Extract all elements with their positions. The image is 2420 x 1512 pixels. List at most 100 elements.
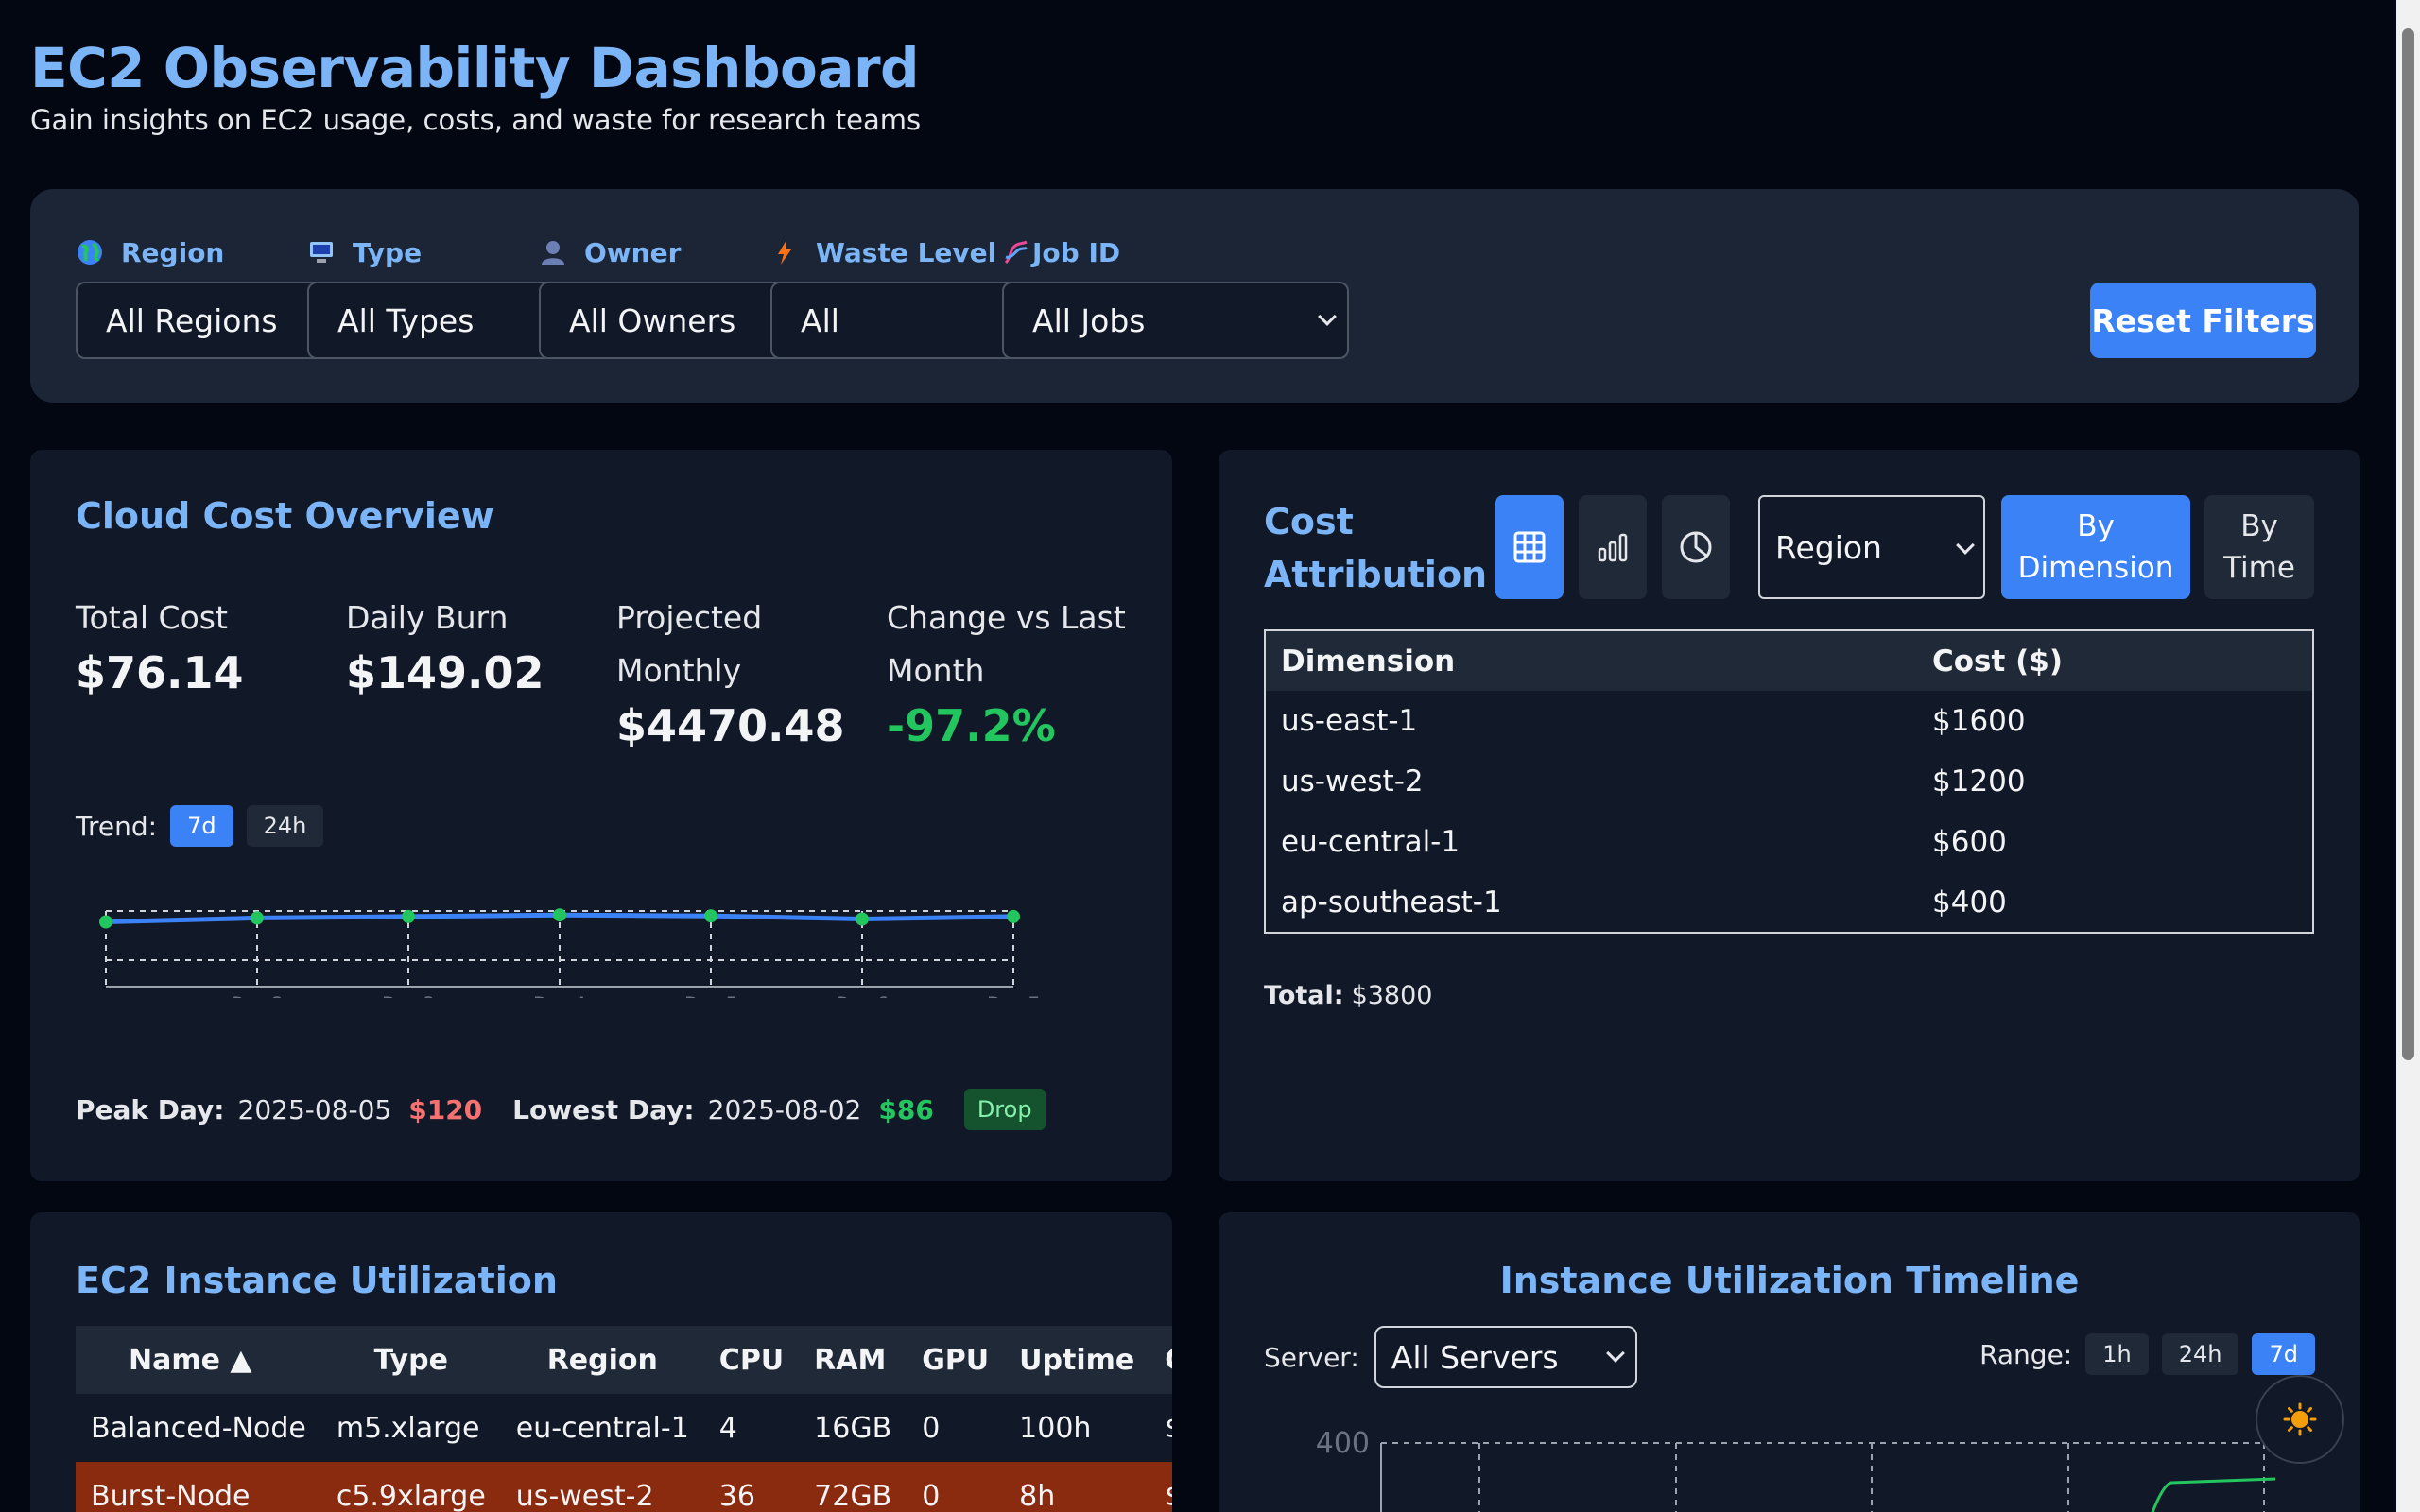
pie-chart-icon — [1680, 531, 1712, 563]
filter-type-label: Type — [353, 236, 423, 268]
attribution-table: Dimension Cost ($) us-east-1 $1600 us-wes… — [1264, 629, 2314, 934]
chevron-down-icon — [1318, 307, 1337, 326]
metric-change: Change vs Last Month -97.2% — [887, 599, 1126, 751]
reset-filters-button[interactable]: Reset Filters — [2090, 283, 2316, 358]
person-icon — [542, 241, 564, 265]
range-7d-button[interactable]: 7d — [2252, 1333, 2315, 1375]
y-tick-label: 400 — [1316, 1427, 1370, 1460]
x-tick-label: Day 2 — [231, 993, 284, 998]
peak-low-summary: Peak Day: 2025-08-05 $120 Lowest Day: 20… — [76, 1089, 1046, 1130]
cost-attribution-panel: Cost Attribution Region By Dimension By … — [1219, 450, 2360, 1181]
sort-name-header[interactable]: Name ▲ — [76, 1326, 321, 1394]
chevron-down-icon — [1956, 536, 1975, 555]
bar-chart-view-button[interactable] — [1579, 495, 1647, 599]
filter-job: Job ID All Jobs — [1002, 236, 1349, 359]
table-view-button[interactable] — [1495, 495, 1564, 599]
dimension-select[interactable]: Region — [1758, 495, 1985, 599]
lowest-day-value: $86 — [878, 1093, 934, 1125]
theme-toggle-button[interactable] — [2256, 1375, 2344, 1464]
x-tick-label: Day 5 — [684, 993, 737, 998]
by-dimension-button[interactable]: By Dimension — [2001, 495, 2190, 599]
trend-controls: Trend: 7d 24h — [76, 805, 324, 847]
column-header[interactable]: CPU — [703, 1326, 800, 1394]
range-24h-button[interactable]: 24h — [2161, 1333, 2239, 1375]
column-header: Cost ($) — [1917, 630, 2313, 691]
server-label: Server: — [1264, 1341, 1359, 1373]
utilization-timeline-panel: Instance Utilization Timeline Server: Al… — [1219, 1212, 2360, 1512]
table-icon — [1513, 531, 1546, 563]
data-point — [99, 915, 112, 929]
instance-utilization-title: EC2 Instance Utilization — [76, 1260, 558, 1301]
table-row[interactable]: Balanced-Node m5.xlarge eu-central-1 4 1… — [76, 1394, 1172, 1462]
range-1h-button[interactable]: 1h — [2085, 1333, 2149, 1375]
cost-trend-chart: Day 2 Day 3 Day 4 Day 5 Day 6 Day 7 — [99, 908, 1040, 998]
filter-region-label: Region — [121, 236, 225, 268]
data-point — [1007, 909, 1020, 923]
metric-projected-monthly: Projected Monthly $4470.48 — [616, 599, 845, 751]
instance-utilization-panel: EC2 Instance Utilization Name ▲ Type Reg… — [30, 1212, 1172, 1512]
data-point — [402, 909, 415, 923]
column-header[interactable]: Cost/Hour — [1150, 1326, 1172, 1394]
table-row: us-east-1 $1600 — [1281, 704, 2026, 738]
filter-job-label: Job ID — [1032, 236, 1121, 268]
cost-overview-panel: Cloud Cost Overview Total Cost $76.14 Da… — [30, 450, 1172, 1181]
metric-daily-burn: Daily Burn $149.02 — [346, 599, 544, 698]
cost-overview-title: Cloud Cost Overview — [76, 495, 494, 537]
table-header-row: Name ▲ Type Region CPU RAM GPU Uptime Co… — [76, 1326, 1172, 1394]
table-header-row: Dimension Cost ($) — [1265, 630, 2313, 691]
page-header: EC2 Observability Dashboard Gain insight… — [30, 34, 921, 136]
table-row: eu-central-1 $600 — [1281, 825, 2007, 859]
column-header[interactable]: GPU — [907, 1326, 1005, 1394]
drop-badge: Drop — [963, 1089, 1046, 1130]
computer-icon — [310, 242, 333, 263]
scrollbar-thumb[interactable] — [2402, 28, 2414, 1060]
lightning-icon — [778, 240, 791, 265]
page-scrollbar[interactable] — [2396, 0, 2420, 1512]
by-time-button[interactable]: By Time — [2204, 495, 2314, 599]
metric-total-cost: Total Cost $76.14 — [76, 599, 244, 698]
server-select[interactable]: All Servers — [1374, 1326, 1637, 1388]
utilization-table: Name ▲ Type Region CPU RAM GPU Uptime Co… — [76, 1326, 1172, 1512]
x-tick-label: Day 7 — [987, 993, 1040, 998]
sun-icon — [2283, 1402, 2317, 1436]
data-point — [553, 908, 566, 922]
column-header[interactable]: Region — [500, 1326, 704, 1394]
chevron-down-icon — [1605, 1344, 1625, 1363]
peak-day-label: Peak Day: — [76, 1093, 225, 1125]
pie-chart-view-button[interactable] — [1662, 495, 1730, 599]
job-select[interactable]: All Jobs — [1002, 282, 1349, 359]
x-tick-label: Day 4 — [533, 993, 586, 998]
column-header[interactable]: Uptime — [1004, 1326, 1150, 1394]
filter-bar: Region All Regions Type All Types Owner … — [30, 189, 2360, 403]
column-header[interactable]: RAM — [799, 1326, 908, 1394]
page-subtitle: Gain insights on EC2 usage, costs, and w… — [30, 104, 922, 136]
bar-chart-icon — [1598, 533, 1628, 562]
range-label: Range: — [1979, 1338, 2073, 1370]
data-point — [251, 911, 264, 925]
trend-24h-button[interactable]: 24h — [246, 805, 324, 847]
trend-7d-button[interactable]: 7d — [170, 805, 233, 847]
x-tick-label: Day 6 — [836, 993, 889, 998]
data-point — [704, 909, 717, 923]
lowest-day-date: 2025-08-02 — [707, 1093, 862, 1125]
cost-attribution-title: Cost Attribution — [1264, 501, 1488, 595]
filter-waste-label: Waste Level — [816, 236, 997, 268]
dna-icon — [1004, 240, 1028, 265]
data-point — [856, 912, 869, 926]
trend-label: Trend: — [76, 810, 158, 842]
table-row: us-west-2 $1200 — [1281, 765, 2026, 799]
peak-day-value: $120 — [408, 1093, 483, 1125]
timeline-chart: 400 — [1316, 1427, 2313, 1512]
server-filter: Server: All Servers — [1264, 1326, 1637, 1388]
column-header: Dimension — [1265, 630, 1917, 691]
filter-owner-label: Owner — [584, 236, 682, 268]
page-title: EC2 Observability Dashboard — [30, 36, 920, 100]
table-row[interactable]: Burst-Node c5.9xlarge us-west-2 36 72GB … — [76, 1462, 1172, 1512]
timeline-title: Instance Utilization Timeline — [1499, 1260, 2080, 1301]
x-tick-label: Day 3 — [382, 993, 435, 998]
range-controls: Range: 1h 24h 7d — [1979, 1333, 2315, 1375]
attribution-total: Total: $3800 — [1264, 981, 1433, 1010]
column-header[interactable]: Type — [320, 1326, 501, 1394]
globe-icon — [78, 240, 102, 265]
peak-day-date: 2025-08-05 — [237, 1093, 392, 1125]
